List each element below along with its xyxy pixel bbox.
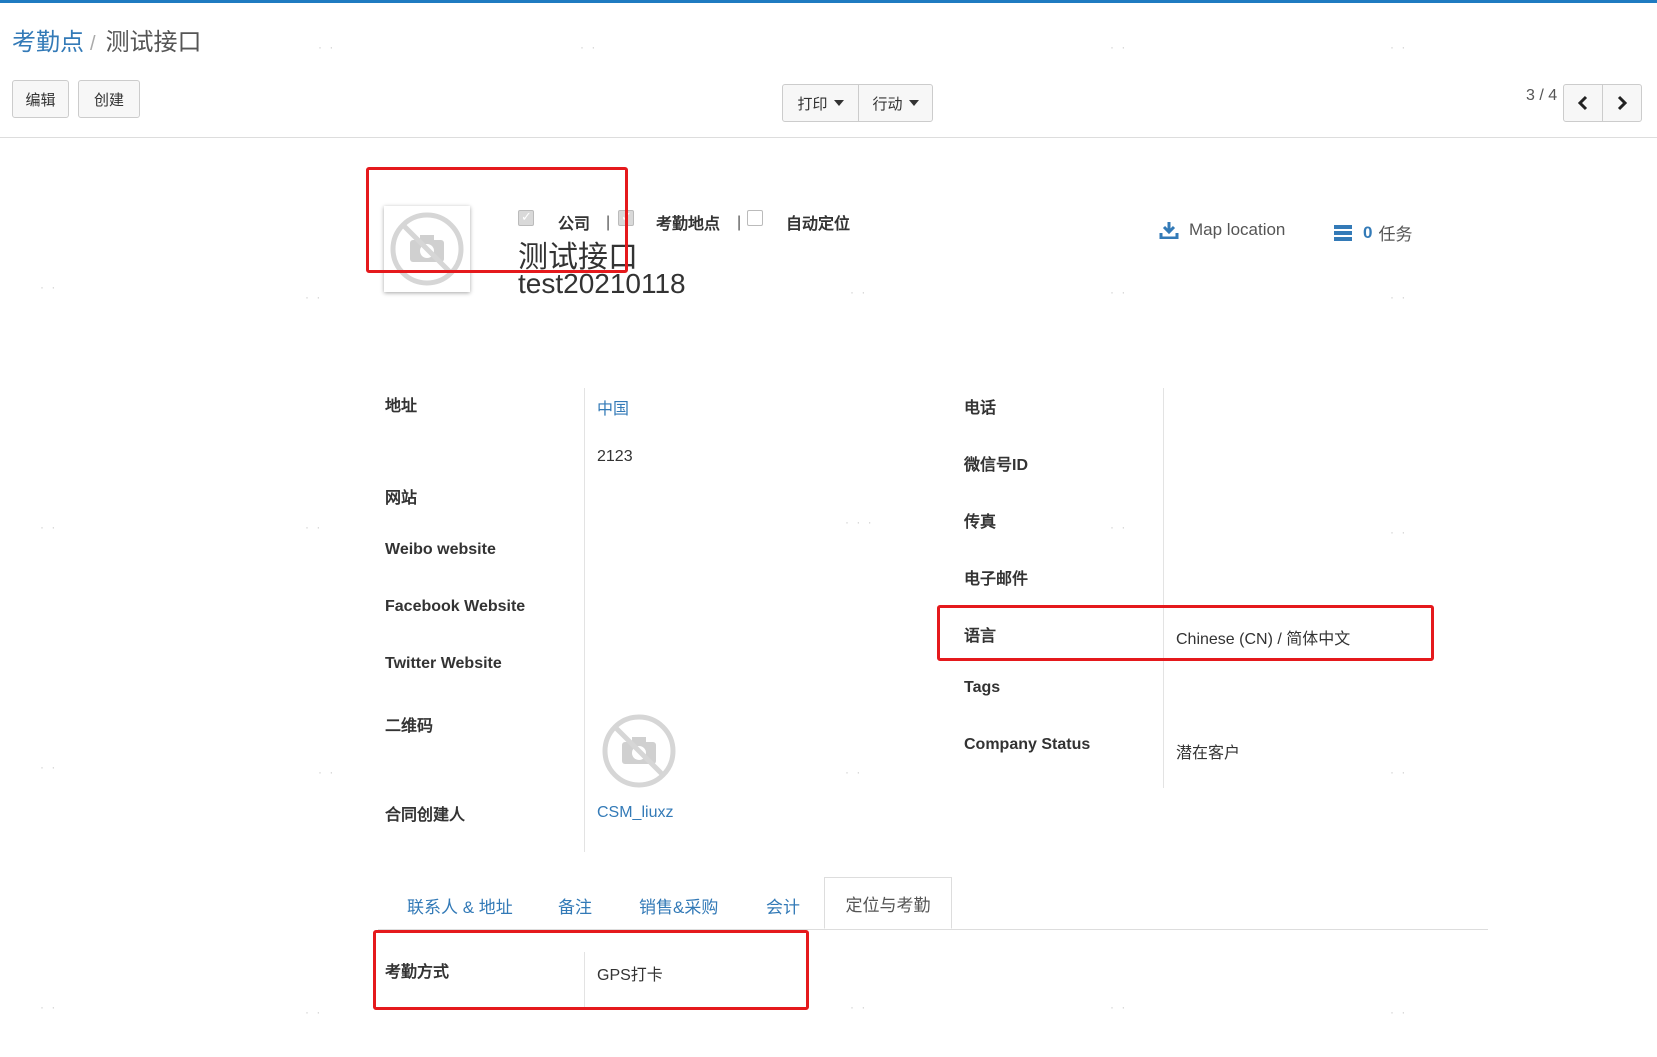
fax-label: 传真 xyxy=(964,514,997,531)
watermark-dot: · · xyxy=(1390,765,1408,779)
print-dropdown[interactable]: 打印 xyxy=(782,84,859,122)
watermark-dot: · · xyxy=(845,765,863,779)
tab-accounting[interactable]: 会计 xyxy=(766,893,800,918)
right-group-divider xyxy=(1163,388,1164,788)
watermark-dot: · · xyxy=(318,40,336,54)
watermark-dot: · · xyxy=(1110,285,1128,299)
edit-button[interactable]: 编辑 xyxy=(12,80,69,118)
watermark-dot: · · xyxy=(40,280,58,294)
breadcrumb: 考勤点 / 测试接口 xyxy=(12,28,202,59)
tasks-stack-icon xyxy=(1334,224,1352,241)
chevron-down-icon xyxy=(833,100,844,106)
tags-label: Tags xyxy=(964,679,1001,696)
watermark-dot: · · xyxy=(1390,40,1408,54)
pager-next-button[interactable] xyxy=(1602,84,1642,122)
annotation-box-language xyxy=(937,605,1434,661)
wechat-id-label: 微信号ID xyxy=(964,457,1029,474)
action-dropdown[interactable]: 行动 xyxy=(858,84,933,122)
map-location-label: Map location xyxy=(1189,220,1286,239)
tasks-count: 0 xyxy=(1363,222,1373,242)
watermark-dot: · · xyxy=(305,1005,323,1019)
chevron-right-icon xyxy=(1617,95,1628,111)
auto-locate-checkbox[interactable] xyxy=(747,210,763,226)
watermark-dot: · · xyxy=(1390,1005,1408,1019)
watermark-dot: · · xyxy=(1110,1000,1128,1014)
attendance-location-label: 考勤地点 xyxy=(656,216,721,233)
contract-creator-label: 合同创建人 xyxy=(385,807,466,824)
watermark-dot: · · xyxy=(1390,290,1408,304)
website-label: 网站 xyxy=(385,490,418,507)
watermark-dot: · · xyxy=(1390,525,1408,539)
tab-location-attendance[interactable]: 定位与考勤 xyxy=(824,877,952,929)
watermark-dot: · · xyxy=(850,285,868,299)
action-label: 行动 xyxy=(872,95,903,113)
print-label: 打印 xyxy=(797,95,828,113)
toolbar-divider xyxy=(0,137,1657,138)
address-country-link[interactable]: 中国 xyxy=(597,395,629,419)
address-label: 地址 xyxy=(385,398,418,415)
company-status-value: 潜在客户 xyxy=(1176,745,1241,762)
tab-sales-purchase[interactable]: 销售&采购 xyxy=(639,893,718,918)
top-accent-bar xyxy=(0,0,1657,3)
no-image-camera-icon xyxy=(602,714,676,788)
annotation-box-name xyxy=(366,167,628,273)
breadcrumb-separator: / xyxy=(90,33,96,55)
watermark-dot: · · xyxy=(305,290,323,304)
weibo-website-label: Weibo website xyxy=(385,541,496,558)
watermark-dot: · · · xyxy=(845,515,874,529)
address-line: 2123 xyxy=(597,448,633,465)
facebook-website-label: Facebook Website xyxy=(385,598,526,615)
tasks-button[interactable]: 0 任务 xyxy=(1333,220,1412,245)
pager-previous-button[interactable] xyxy=(1563,84,1603,122)
watermark-dot: · · xyxy=(850,1000,868,1014)
breadcrumb-parent-link[interactable]: 考勤点 xyxy=(12,29,84,56)
email-label: 电子邮件 xyxy=(964,571,1029,588)
company-status-label: Company Status xyxy=(964,736,1091,753)
create-button[interactable]: 创建 xyxy=(78,80,140,118)
tab-contacts-addresses[interactable]: 联系人 & 地址 xyxy=(407,893,513,918)
notebook-tabs: 联系人 & 地址 备注 销售&采购 会计 定位与考勤 xyxy=(378,877,1488,930)
watermark-dot: · · xyxy=(580,40,598,54)
watermark-dot: · · xyxy=(40,760,58,774)
tasks-label: 任务 xyxy=(1378,225,1413,244)
annotation-box-attendance xyxy=(373,930,809,1010)
qrcode-label: 二维码 xyxy=(385,718,434,735)
contract-creator-link[interactable]: CSM_liuxz xyxy=(597,804,673,822)
twitter-website-label: Twitter Website xyxy=(385,655,502,672)
flag-divider: | xyxy=(737,214,742,231)
auto-locate-label: 自动定位 xyxy=(786,216,851,233)
download-icon xyxy=(1159,222,1179,239)
watermark-dot: · · xyxy=(318,765,336,779)
watermark-dot: · · xyxy=(305,520,323,534)
left-group-divider xyxy=(584,388,585,852)
pager-counter[interactable]: 3 / 4 xyxy=(1526,87,1557,105)
watermark-dot: · · xyxy=(1110,40,1128,54)
qrcode-image-placeholder[interactable] xyxy=(600,712,678,790)
map-location-button[interactable]: Map location xyxy=(1159,220,1285,240)
watermark-dot: · · xyxy=(1110,520,1128,534)
tab-notes[interactable]: 备注 xyxy=(558,893,592,918)
chevron-down-icon xyxy=(908,100,919,106)
breadcrumb-current: 测试接口 xyxy=(105,29,202,56)
watermark-dot: · · xyxy=(40,1000,58,1014)
watermark-dot: · · xyxy=(40,520,58,534)
chevron-left-icon xyxy=(1577,95,1588,111)
phone-label: 电话 xyxy=(964,400,997,417)
